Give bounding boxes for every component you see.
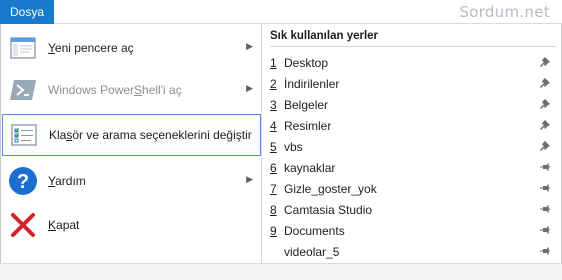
- item-name: kaynaklar: [284, 161, 336, 175]
- list-item[interactable]: 3 Belgeler: [262, 94, 561, 115]
- close-icon: [8, 210, 38, 240]
- item-number: 8: [270, 203, 277, 217]
- new-window-icon: [8, 33, 38, 63]
- item-name: Documents: [284, 224, 345, 238]
- pinned-icon[interactable]: [539, 77, 551, 89]
- list-item[interactable]: videolar_5: [262, 241, 561, 262]
- help-menu-item[interactable]: ? Yardım ▶: [2, 160, 261, 202]
- item-number: 9: [270, 224, 277, 238]
- list-item[interactable]: 4 Resimler: [262, 115, 561, 136]
- powershell-label: Windows PowerShell'i aç: [48, 83, 182, 97]
- svg-text:?: ?: [17, 171, 29, 193]
- pinned-icon[interactable]: [539, 119, 551, 131]
- item-name: Resimler: [284, 119, 332, 133]
- list-item[interactable]: 9 Documents: [262, 220, 561, 241]
- unpinned-icon[interactable]: [539, 224, 551, 236]
- help-icon: ?: [8, 166, 38, 196]
- item-name: Belgeler: [284, 98, 329, 112]
- list-item[interactable]: 1 Desktop: [262, 52, 561, 73]
- pinned-icon[interactable]: [539, 98, 551, 110]
- item-number: 3: [270, 98, 277, 112]
- pinned-icon[interactable]: [539, 56, 551, 68]
- file-tab[interactable]: Dosya: [0, 0, 54, 24]
- item-number: 5: [270, 140, 277, 154]
- powershell-menu-item[interactable]: Windows PowerShell'i aç ▶: [2, 69, 261, 111]
- folder-options-menu-item[interactable]: Klasör ve arama seçeneklerini değiştir: [2, 114, 261, 156]
- close-label: Kapat: [48, 218, 80, 232]
- folder-options-icon: [9, 120, 39, 150]
- item-number: 2: [270, 77, 277, 91]
- new-window-label: Yeni pencere aç: [48, 41, 134, 55]
- pinned-icon[interactable]: [539, 140, 551, 152]
- watermark: Sordum.net: [459, 3, 550, 21]
- new-window-menu-item[interactable]: Yeni pencere aç ▶: [2, 27, 261, 69]
- list-item[interactable]: 6 kaynaklar: [262, 157, 561, 178]
- list-item[interactable]: 7 Gizle_goster_yok: [262, 178, 561, 199]
- help-label: Yardım: [48, 174, 86, 188]
- menu-footer: [0, 263, 562, 280]
- unpinned-icon[interactable]: [539, 203, 551, 215]
- ribbon-bar: Dosya Sordum.net: [0, 0, 562, 24]
- item-name: Desktop: [284, 56, 329, 70]
- submenu-arrow-icon: ▶: [246, 83, 253, 93]
- item-name: Camtasia Studio: [284, 203, 373, 217]
- list-item[interactable]: 2 İndirilenler: [262, 73, 561, 94]
- unpinned-icon[interactable]: [539, 245, 551, 257]
- unpinned-icon[interactable]: [539, 161, 551, 173]
- folder-options-label: Klasör ve arama seçeneklerini değiştir: [49, 128, 252, 142]
- list-item[interactable]: 5 vbs: [262, 136, 561, 157]
- item-name: vbs: [284, 140, 303, 154]
- title-divider: [270, 46, 556, 47]
- submenu-arrow-icon: ▶: [246, 41, 253, 51]
- item-number: 1: [270, 56, 277, 70]
- submenu-arrow-icon: ▶: [246, 174, 253, 184]
- item-name: Gizle_goster_yok: [284, 182, 377, 196]
- item-name: videolar_5: [284, 245, 340, 259]
- item-number: 7: [270, 182, 277, 196]
- item-number: 6: [270, 161, 277, 175]
- file-menu-panel: Yeni pencere aç ▶ Windows PowerShell'i a…: [0, 24, 562, 264]
- file-menu-commands: Yeni pencere aç ▶ Windows PowerShell'i a…: [2, 24, 261, 263]
- close-menu-item[interactable]: Kapat: [2, 204, 261, 246]
- list-item[interactable]: 8 Camtasia Studio: [262, 199, 561, 220]
- item-number: 4: [270, 119, 277, 133]
- unpinned-icon[interactable]: [539, 182, 551, 194]
- frequent-places-title: Sık kullanılan yerler: [270, 30, 379, 42]
- powershell-icon: [8, 75, 38, 105]
- item-name: İndirilenler: [284, 77, 340, 91]
- frequent-places-panel: Sık kullanılan yerler 1 Desktop 2 İndiri…: [262, 24, 561, 263]
